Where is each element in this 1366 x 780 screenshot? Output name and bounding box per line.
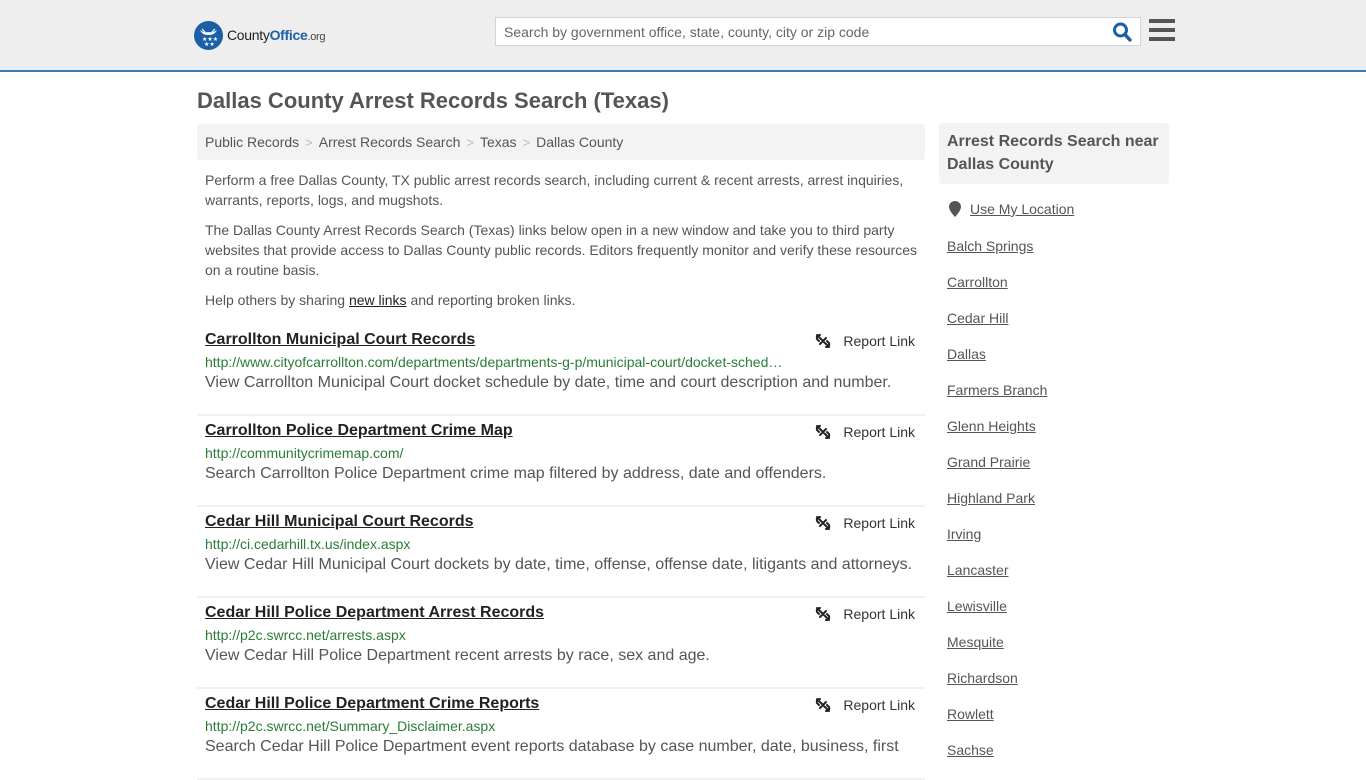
report-link-button[interactable]: Report Link (815, 424, 915, 440)
use-my-location-link[interactable]: Use My Location (970, 201, 1074, 217)
result-description: View Carrollton Municipal Court docket s… (205, 374, 892, 391)
broken-link-icon (816, 334, 831, 348)
result-title-link[interactable]: Cedar Hill Municipal Court Records (205, 513, 473, 531)
results-list: Carrollton Municipal Court Records Repor… (197, 325, 925, 780)
svg-text:★★: ★★ (204, 41, 215, 48)
city-link[interactable]: Rowlett (947, 706, 994, 722)
logo-text: CountyOffice.org (227, 27, 326, 43)
breadcrumb-separator: > (466, 134, 474, 150)
intro-paragraph-3: Help others by sharing new links and rep… (205, 292, 576, 308)
intro-text: Perform a free Dallas County, TX public … (205, 170, 921, 320)
intro-paragraph-2: The Dallas County Arrest Records Search … (205, 222, 918, 278)
result-url: http://ci.cedarhill.tx.us/index.aspx (205, 536, 411, 552)
breadcrumb-separator: > (522, 134, 531, 150)
city-link[interactable]: Irving (947, 526, 981, 542)
result-description: View Cedar Hill Police Department recent… (205, 647, 710, 664)
report-link-button[interactable]: Report Link (815, 697, 915, 713)
result-title-link[interactable]: Cedar Hill Police Department Crime Repor… (205, 695, 539, 713)
result-url: http://p2c.swrcc.net/Summary_Disclaimer.… (205, 718, 496, 734)
use-my-location[interactable]: Use My Location (949, 201, 1074, 217)
result-item: Carrollton Police Department Crime Map R… (197, 416, 925, 507)
result-description: Search Carrollton Police Department crim… (205, 465, 827, 482)
map-pin-icon (949, 201, 961, 217)
search-input[interactable] (496, 18, 1106, 45)
report-link-button[interactable]: Report Link (815, 606, 915, 622)
result-item: Carrollton Municipal Court Records Repor… (197, 325, 925, 416)
hamburger-menu-icon[interactable] (1149, 19, 1175, 43)
city-link[interactable]: Dallas (947, 346, 986, 362)
result-url: http://www.cityofcarrollton.com/departme… (205, 354, 783, 370)
search-icon[interactable] (1112, 22, 1134, 42)
nearby-cities-list: Balch Springs Carrollton Cedar Hill Dall… (947, 236, 1047, 776)
result-item: Cedar Hill Police Department Crime Repor… (197, 689, 925, 780)
breadcrumb-dallas-county[interactable]: Dallas County (536, 134, 623, 150)
search-box (495, 17, 1141, 46)
site-logo[interactable]: ★★★ ★★ CountyOffice.org (194, 20, 326, 50)
result-item: Cedar Hill Municipal Court Records Repor… (197, 507, 925, 598)
broken-link-icon (816, 607, 831, 621)
city-link[interactable]: Highland Park (947, 490, 1035, 506)
result-title-link[interactable]: Carrollton Municipal Court Records (205, 331, 475, 349)
city-link[interactable]: Lewisville (947, 598, 1007, 614)
breadcrumb-arrest-records-search[interactable]: Arrest Records Search (319, 134, 461, 150)
new-links-link[interactable]: new links (349, 292, 407, 308)
result-title-link[interactable]: Carrollton Police Department Crime Map (205, 422, 513, 440)
city-link[interactable]: Carrollton (947, 274, 1008, 290)
city-link[interactable]: Richardson (947, 670, 1018, 686)
report-link-button[interactable]: Report Link (815, 515, 915, 531)
breadcrumb-public-records[interactable]: Public Records (205, 134, 299, 150)
result-item: Cedar Hill Police Department Arrest Reco… (197, 598, 925, 689)
breadcrumb-separator: > (305, 134, 313, 150)
breadcrumb: Public Records > Arrest Records Search >… (197, 124, 925, 160)
city-link[interactable]: Lancaster (947, 562, 1008, 578)
breadcrumb-texas[interactable]: Texas (480, 134, 517, 150)
eagle-stars-icon: ★★★ ★★ (194, 20, 223, 50)
broken-link-icon (816, 425, 831, 439)
report-link-button[interactable]: Report Link (815, 333, 915, 349)
result-url: http://p2c.swrcc.net/arrests.aspx (205, 627, 406, 643)
city-link[interactable]: Sachse (947, 742, 994, 758)
result-description: Search Cedar Hill Police Department even… (205, 738, 899, 755)
site-header: ★★★ ★★ CountyOffice.org (0, 0, 1366, 72)
result-url: http://communitycrimemap.com/ (205, 445, 404, 461)
broken-link-icon (816, 698, 831, 712)
result-description: View Cedar Hill Municipal Court dockets … (205, 556, 913, 573)
city-link[interactable]: Mesquite (947, 634, 1004, 650)
city-link[interactable]: Balch Springs (947, 238, 1033, 254)
sidebar-heading: Arrest Records Search near Dallas County (939, 123, 1169, 184)
broken-link-icon (816, 516, 831, 530)
city-link[interactable]: Grand Prairie (947, 454, 1030, 470)
city-link[interactable]: Farmers Branch (947, 382, 1047, 398)
page-title: Dallas County Arrest Records Search (Tex… (197, 88, 669, 113)
result-title-link[interactable]: Cedar Hill Police Department Arrest Reco… (205, 604, 544, 622)
city-link[interactable]: Cedar Hill (947, 310, 1008, 326)
city-link[interactable]: Glenn Heights (947, 418, 1036, 434)
intro-paragraph-1: Perform a free Dallas County, TX public … (205, 172, 904, 208)
